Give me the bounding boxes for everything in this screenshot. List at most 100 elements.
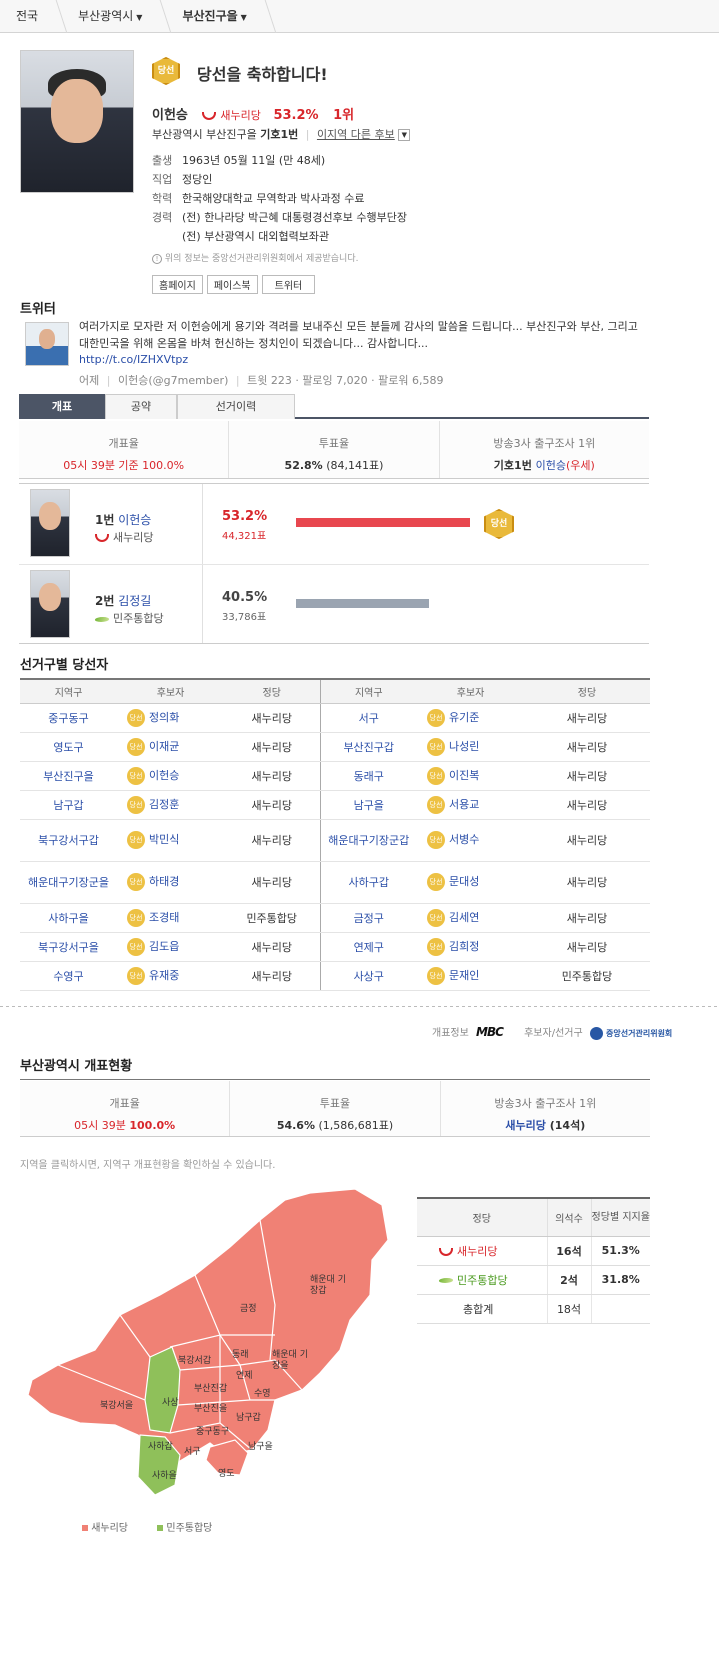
winner-badge-icon: 당선 bbox=[127, 908, 145, 927]
winner-name[interactable]: 김희정 bbox=[449, 940, 479, 953]
result-candidate: 2번 김정길 bbox=[95, 592, 151, 609]
map-district-label[interactable]: 사하갑 bbox=[148, 1442, 188, 1453]
party-seats: 2석 bbox=[560, 1273, 578, 1287]
map-district-label[interactable]: 부산진을 bbox=[194, 1404, 234, 1415]
turnout-label: 투표율 bbox=[318, 437, 350, 450]
winner-name[interactable]: 박민식 bbox=[149, 833, 179, 846]
count-rate-label: 개표율 bbox=[108, 437, 139, 450]
winner-name[interactable]: 나성린 bbox=[449, 740, 479, 753]
map-district-label[interactable]: 부산진갑 bbox=[194, 1384, 234, 1395]
result-candidate-photo bbox=[30, 489, 70, 557]
party-support: 51.3% bbox=[601, 1244, 640, 1257]
map-district-label[interactable]: 사하을 bbox=[152, 1471, 192, 1482]
winner-district[interactable]: 연제구 bbox=[354, 941, 384, 954]
map-district-label[interactable]: 수영 bbox=[254, 1389, 294, 1400]
facebook-button[interactable]: 페이스북 bbox=[206, 275, 258, 294]
map-district-label[interactable]: 해운대 기장갑 bbox=[310, 1275, 350, 1297]
map-district-label[interactable]: 남구갑 bbox=[236, 1413, 276, 1424]
table-row: 북구강서구갑 당선 박민식 새누리당 해운대구기장군갑 당선 서병수 새누리당 bbox=[20, 819, 650, 862]
winner-district[interactable]: 중구동구 bbox=[48, 712, 88, 725]
exit-poll-name[interactable]: 이헌승 bbox=[536, 459, 566, 472]
homepage-button[interactable]: 홈페이지 bbox=[152, 275, 203, 294]
winner-name[interactable]: 이헌승 bbox=[149, 769, 179, 782]
winner-name[interactable]: 문대성 bbox=[449, 875, 479, 888]
map-district-label[interactable]: 중구동구 bbox=[196, 1427, 236, 1438]
breadcrumb-city-label: 부산광역시 bbox=[78, 9, 134, 23]
candidate-name: 이헌승 bbox=[152, 108, 188, 123]
nec-name: 중앙선거관리위원회 bbox=[606, 1029, 673, 1038]
winner-name[interactable]: 김정훈 bbox=[149, 798, 179, 811]
winner-name[interactable]: 조경태 bbox=[149, 911, 179, 924]
map-legend: 새누리당 민주통합당 bbox=[82, 1519, 212, 1534]
district-line: 부산광역시 부산진구을 bbox=[152, 128, 261, 141]
winner-name[interactable]: 김세연 bbox=[449, 911, 479, 924]
map-district-label[interactable]: 해운대 기장을 bbox=[272, 1350, 312, 1372]
winner-name[interactable]: 유재중 bbox=[149, 969, 179, 982]
winner-district[interactable]: 해운대구기장군을 bbox=[28, 876, 109, 889]
source-note-text: 위의 정보는 중앙선거관리위원회에서 제공받습니다. bbox=[164, 254, 359, 264]
map-district-label[interactable]: 북강서갑 bbox=[178, 1356, 218, 1367]
turnout-cell: 투표율 52.8% (84,141표) bbox=[229, 421, 440, 478]
winner-district[interactable]: 사하구을 bbox=[48, 912, 88, 925]
map-district-label[interactable]: 동래 bbox=[232, 1350, 272, 1361]
winner-name[interactable]: 이진복 bbox=[449, 769, 479, 782]
winner-district[interactable]: 사하구갑 bbox=[349, 876, 389, 889]
tweet-user[interactable]: 이헌승(@g7member) bbox=[118, 374, 228, 387]
breadcrumb-city[interactable]: 부산광역시 ▼ bbox=[62, 0, 166, 33]
winner-name[interactable]: 문재인 bbox=[449, 969, 479, 982]
twitter-button[interactable]: 트위터 bbox=[261, 275, 316, 294]
tab-count[interactable]: 개표 bbox=[19, 394, 105, 419]
winner-district[interactable]: 영도구 bbox=[53, 741, 83, 754]
winner-name[interactable]: 정의화 bbox=[149, 711, 179, 724]
tab-pledges[interactable]: 공약 bbox=[105, 394, 177, 419]
map-district-label[interactable]: 금정 bbox=[240, 1304, 280, 1315]
winners-table: 지역구 후보자 정당 지역구 후보자 정당 중구동구 당선 정의화 새누리당 서구… bbox=[20, 678, 650, 991]
map-district-label[interactable]: 남구을 bbox=[248, 1442, 288, 1453]
winner-district[interactable]: 부산진구을 bbox=[43, 770, 94, 783]
count-rate-value: 05시 39분 기준 100.0% bbox=[63, 459, 185, 472]
winner-name[interactable]: 김도읍 bbox=[149, 940, 179, 953]
info-key: 출생 bbox=[152, 154, 173, 167]
map-district-label[interactable]: 영도 bbox=[218, 1469, 258, 1480]
tab-history[interactable]: 선거이력 bbox=[177, 394, 295, 419]
chevron-down-icon[interactable]: ▼ bbox=[398, 129, 411, 141]
winner-name[interactable]: 하태경 bbox=[149, 875, 179, 888]
exit-poll-number: 기호1번 bbox=[493, 459, 536, 472]
result-tabs: 개표 공약 선거이력 bbox=[19, 394, 649, 419]
result-name[interactable]: 이헌승 bbox=[118, 513, 151, 527]
count-rate-cell: 개표율 05시 39분 기준 100.0% bbox=[19, 421, 230, 478]
source-bar: 개표정보 MBC 후보자/선거구 중앙선거관리위원회 bbox=[432, 1024, 672, 1040]
district-summary: 개표율 05시 39분 기준 100.0% 투표율 52.8% (84,141표… bbox=[19, 421, 649, 479]
chevron-down-icon: ▼ bbox=[136, 13, 143, 22]
winner-district[interactable]: 남구갑 bbox=[53, 799, 83, 812]
breadcrumb-district[interactable]: 부산진구을 ▼ bbox=[166, 0, 270, 33]
breadcrumb-nation[interactable]: 전국 bbox=[0, 0, 62, 33]
tweet-link[interactable]: http://t.co/IZHXVtpz bbox=[79, 353, 188, 366]
winner-name[interactable]: 서용교 bbox=[449, 798, 479, 811]
candidate-headline: 이헌승 새누리당 53.2% 1위 bbox=[152, 104, 354, 123]
other-candidates-link[interactable]: 이지역 다른 후보 bbox=[317, 128, 395, 141]
winner-district[interactable]: 북구강서구갑 bbox=[38, 834, 99, 847]
winner-name[interactable]: 유기준 bbox=[449, 711, 479, 724]
winner-district[interactable]: 동래구 bbox=[354, 770, 384, 783]
winner-district[interactable]: 북구강서구을 bbox=[38, 941, 99, 954]
winner-badge-icon: 당선 bbox=[427, 708, 445, 727]
winner-district[interactable]: 금정구 bbox=[354, 912, 384, 925]
winner-district[interactable]: 서구 bbox=[359, 712, 379, 725]
legend-swatch bbox=[82, 1525, 88, 1531]
result-candidate-photo bbox=[30, 570, 70, 638]
winner-district[interactable]: 사상구 bbox=[354, 970, 384, 983]
map-district-label[interactable]: 서구 bbox=[184, 1447, 224, 1458]
winner-name[interactable]: 이재균 bbox=[149, 740, 179, 753]
winner-district[interactable]: 해운대구기장군갑 bbox=[328, 834, 409, 847]
map-district-label[interactable]: 연제 bbox=[236, 1371, 276, 1382]
winner-district[interactable]: 남구을 bbox=[354, 799, 384, 812]
winner-district[interactable]: 수영구 bbox=[53, 970, 83, 983]
candidate-district: 부산광역시 부산진구을 기호1번 | 이지역 다른 후보 ▼ bbox=[152, 126, 411, 142]
result-candidate: 1번 이헌승 bbox=[95, 511, 151, 528]
winner-name[interactable]: 서병수 bbox=[449, 833, 479, 846]
map-district-label[interactable]: 북강서을 bbox=[100, 1401, 140, 1412]
winner-district[interactable]: 부산진구갑 bbox=[343, 741, 394, 754]
city-turnout-votes: (1,586,681표) bbox=[314, 1119, 394, 1132]
result-name[interactable]: 김정길 bbox=[118, 594, 151, 608]
